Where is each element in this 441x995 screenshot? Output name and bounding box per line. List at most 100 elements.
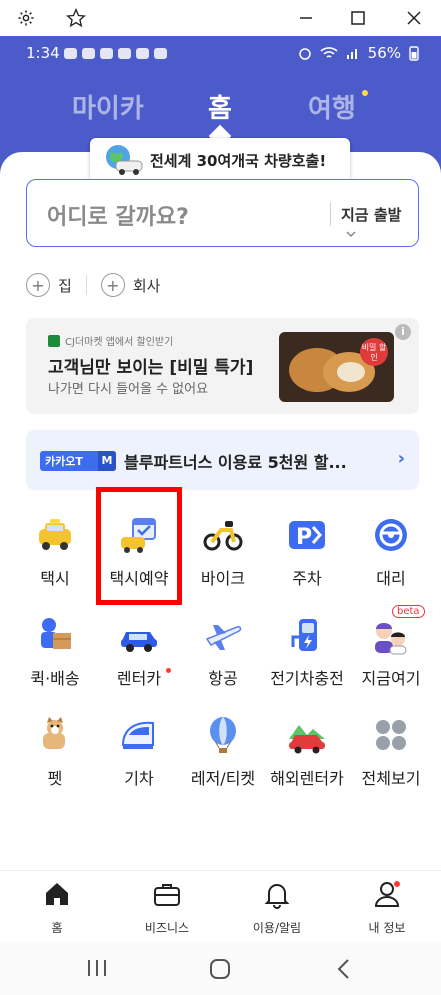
service-label: 택시 (40, 569, 70, 588)
bottom-navigation: 홈 비즈니스 이용/알림 내 정보 (0, 870, 441, 942)
service-train[interactable]: 기차 (96, 705, 182, 805)
overseas-car-icon (289, 725, 325, 754)
quick-place-work[interactable]: 회사 (133, 275, 161, 296)
airplane-icon (205, 625, 242, 650)
back-icon[interactable] (336, 958, 352, 980)
ad-image: 비밀 할인 (279, 332, 394, 402)
service-pet[interactable]: 펫 (12, 705, 98, 805)
service-ev-charging[interactable]: 전기차충전 (264, 605, 350, 705)
cj-logo-icon (48, 334, 60, 347)
service-label: 기차 (124, 769, 154, 788)
service-label: 전체보기 (361, 769, 421, 788)
nav-usage-alerts[interactable]: 이용/알림 (222, 879, 332, 936)
home-button-icon[interactable] (209, 958, 231, 980)
service-quick-delivery[interactable]: 퀵·배송 (12, 605, 98, 705)
add-work-icon[interactable]: + (100, 273, 125, 297)
system-navigation (0, 942, 441, 995)
service-label: 주차 (292, 569, 322, 588)
selection-highlight (96, 487, 182, 605)
promo-banner[interactable]: 카카오T M 블루파트너스 이용료 5천원 할... › (26, 430, 419, 490)
departure-time-select[interactable]: 지금 출발 (341, 204, 418, 243)
minimize-icon[interactable] (294, 6, 318, 30)
maximize-icon[interactable] (346, 6, 370, 30)
service-label: 퀵·배송 (30, 669, 80, 688)
new-dot (166, 668, 171, 673)
service-label: 지금여기 (361, 669, 421, 688)
delivery-icon (41, 618, 71, 649)
global-call-bubble[interactable]: 전세계 30여개국 차량호출! (90, 138, 350, 182)
nav-home[interactable]: 홈 (2, 879, 112, 936)
ad-badge: 비밀 할인 (360, 338, 388, 366)
bubble-text: 전세계 30여개국 차량호출! (150, 151, 327, 170)
star-icon[interactable] (64, 6, 88, 30)
steering-wheel-icon (375, 519, 407, 551)
window-titlebar (0, 0, 441, 36)
service-taxi[interactable]: 택시 (12, 505, 98, 605)
wifi-icon (320, 47, 338, 58)
service-label: 펫 (47, 769, 63, 788)
rental-car-icon (121, 632, 157, 652)
service-overseas-rental[interactable]: 해외렌터카 (264, 705, 350, 805)
top-tabs: 마이카 홈 여행 (0, 88, 441, 128)
promo-text: 블루파트너스 이용료 5천원 할... (124, 453, 347, 472)
train-icon (121, 721, 154, 749)
recent-apps-icon[interactable] (86, 958, 108, 978)
service-label: 전기차충전 (270, 669, 344, 688)
chevron-right-icon: › (397, 448, 405, 469)
svg-text:P: P (296, 525, 312, 550)
nav-my-info[interactable]: 내 정보 (332, 879, 441, 936)
home-icon (46, 883, 68, 905)
service-leisure-ticket[interactable]: 레저/티켓 (180, 705, 266, 805)
status-bar: 1:34 56% (0, 36, 441, 72)
globe-car-icon (106, 145, 143, 175)
battery-percent: 56% (367, 44, 401, 62)
quick-places: + 집 + 회사 (26, 270, 160, 300)
service-bike[interactable]: 바이크 (180, 505, 266, 605)
status-time: 1:34 (26, 44, 60, 62)
kakaot-badge: 카카오T M (40, 451, 116, 471)
info-icon[interactable]: i (395, 324, 411, 340)
nav-business[interactable]: 비즈니스 (112, 879, 222, 936)
service-label: 해외렌터카 (270, 769, 344, 788)
ad-banner[interactable]: CJ더마켓 앱에서 할인받기 고객님만 보이는 [비밀 특가] 나가면 다시 들… (26, 318, 419, 414)
briefcase-icon (154, 884, 180, 906)
gear-icon[interactable] (14, 6, 38, 30)
grid-dots-icon (376, 720, 406, 750)
ad-source: CJ더마켓 앱에서 할인받기 (48, 333, 173, 348)
taxi-icon (39, 519, 71, 550)
tab-new-dot (362, 90, 368, 96)
person-icon (374, 881, 400, 907)
destination-search[interactable]: 어디로 갈까요? 지금 출발 (26, 179, 419, 247)
service-label: 레저/티켓 (190, 769, 256, 788)
people-icon (375, 623, 407, 655)
dog-icon (43, 717, 65, 749)
service-here-now[interactable]: 지금여기 beta (348, 605, 434, 705)
service-view-all[interactable]: 전체보기 (348, 705, 434, 805)
notification-icons (64, 48, 167, 59)
service-flight[interactable]: 항공 (180, 605, 266, 705)
add-home-icon[interactable]: + (26, 273, 50, 297)
tab-mycar[interactable]: 마이카 (72, 88, 144, 125)
beta-badge: beta (392, 605, 425, 618)
quick-place-home[interactable]: 집 (58, 275, 72, 296)
hot-air-balloon-icon (210, 717, 236, 753)
service-parking[interactable]: P 주차 (264, 505, 350, 605)
service-label: 항공 (208, 669, 238, 688)
search-placeholder: 어디로 갈까요? (47, 205, 189, 230)
service-rental-car[interactable]: 렌터카 (96, 605, 182, 705)
parking-icon: P (289, 521, 325, 550)
battery-icon (409, 46, 419, 61)
close-icon[interactable] (402, 6, 426, 30)
search-divider (330, 202, 331, 226)
bike-icon (203, 521, 243, 551)
service-driver[interactable]: 대리 (348, 505, 434, 605)
quick-divider (85, 275, 87, 295)
alarm-icon (298, 48, 311, 60)
ev-charger-icon (291, 619, 317, 651)
tab-home[interactable]: 홈 (208, 88, 232, 125)
tab-travel[interactable]: 여행 (308, 88, 356, 125)
signal-icon (346, 49, 357, 59)
status-right: 56% (298, 44, 419, 62)
bell-icon (264, 884, 290, 909)
service-label: 대리 (376, 569, 406, 588)
